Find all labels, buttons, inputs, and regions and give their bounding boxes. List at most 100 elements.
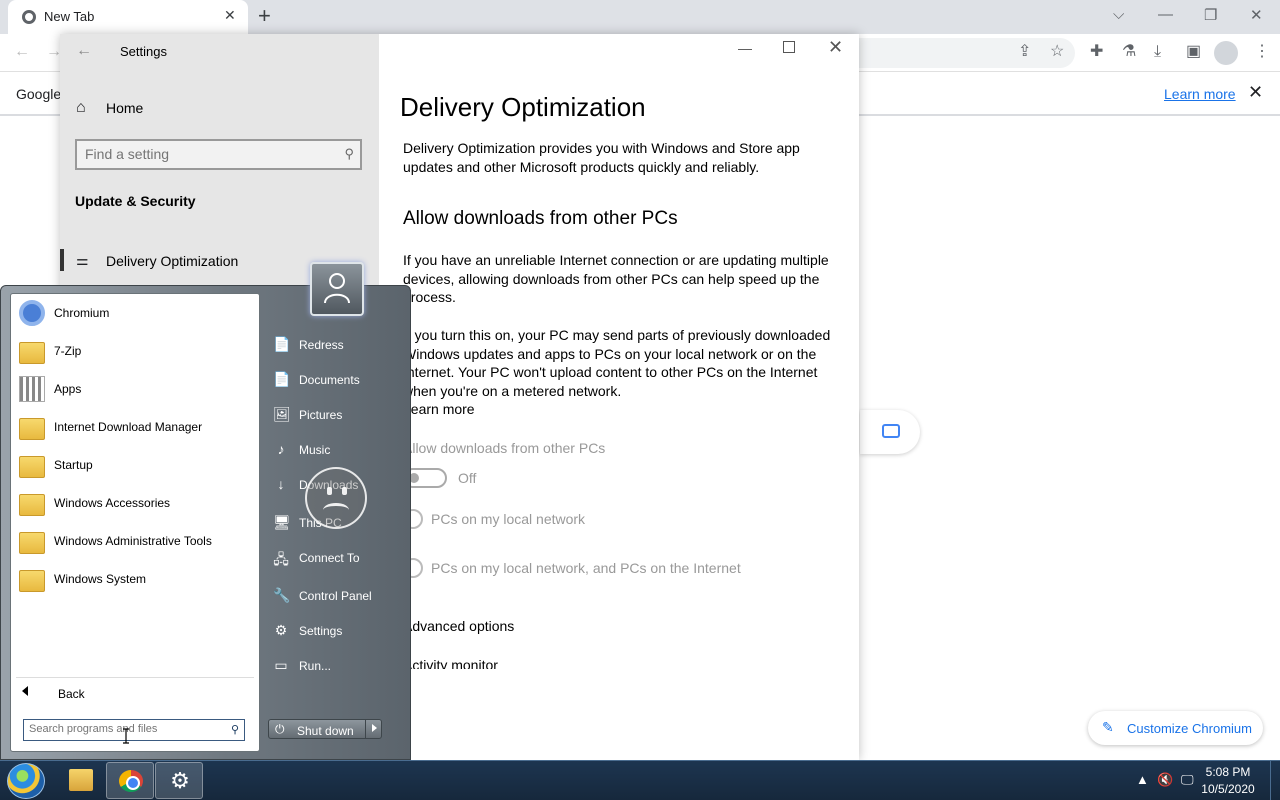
sad-face-mouth bbox=[323, 503, 349, 517]
settings-back-icon[interactable]: ← bbox=[76, 42, 92, 60]
program-label: Windows System bbox=[54, 572, 147, 586]
shutdown-button[interactable]: ⏻ Shut down bbox=[268, 719, 382, 739]
star-icon[interactable]: ☆ bbox=[1050, 44, 1064, 60]
taskbar-settings[interactable]: ⚙ bbox=[155, 762, 203, 799]
taskbar: ⚙ ▲ 🔇 🖵 5:08 PM 10/5/2020 bbox=[0, 760, 1280, 800]
browser-minimize-button[interactable]: — bbox=[1158, 6, 1173, 23]
toggle-label: Allow downloads from other PCs bbox=[403, 440, 606, 456]
search-box-tail[interactable] bbox=[860, 410, 920, 454]
tab-search-icon[interactable]: ⌵ bbox=[1113, 6, 1124, 23]
start-item-music[interactable]: ♪ Music bbox=[269, 435, 404, 465]
info-bar-close-icon[interactable]: ✕ bbox=[1248, 82, 1263, 103]
extensions-icon[interactable]: ✚ bbox=[1090, 44, 1103, 60]
program-label: 7-Zip bbox=[54, 344, 82, 358]
computer-icon: 🖥 bbox=[273, 514, 291, 530]
browser-tab[interactable]: New Tab ✕ bbox=[8, 0, 248, 34]
start-item-settings[interactable]: ⚙ Settings bbox=[269, 616, 404, 646]
settings-app-title: Settings bbox=[120, 44, 167, 59]
text-cursor-icon bbox=[123, 728, 129, 744]
search-icon: ⚲ bbox=[230, 724, 239, 736]
subheading: Allow downloads from other PCs bbox=[403, 208, 678, 229]
nav-item-label: Delivery Optimization bbox=[106, 253, 239, 269]
menu-icon[interactable]: ⋮ bbox=[1254, 44, 1270, 60]
customize-chromium-button[interactable]: ✎ Customize Chromium bbox=[1088, 711, 1263, 745]
lab-icon[interactable]: ⚗ bbox=[1122, 44, 1136, 60]
program-label: Windows Accessories bbox=[54, 496, 171, 510]
music-icon: ♪ bbox=[277, 441, 285, 457]
download-icon[interactable]: ⤓ bbox=[1154, 44, 1161, 60]
program-internet-download-manager[interactable]: Internet Download Manager bbox=[16, 410, 254, 446]
program-label: Apps bbox=[54, 382, 82, 396]
advanced-options-link[interactable]: Advanced options bbox=[403, 618, 514, 634]
program-windows-administrative-tools[interactable]: Windows Administrative Tools bbox=[16, 524, 254, 560]
program-label: Windows Administrative Tools bbox=[54, 534, 212, 548]
program-windows-system[interactable]: Windows System bbox=[16, 562, 254, 598]
start-item-label: Redress bbox=[299, 338, 344, 352]
start-item-pictures[interactable]: 🖼 Pictures bbox=[269, 400, 404, 430]
gear-icon: ⚙ bbox=[170, 768, 190, 793]
settings-maximize-button[interactable] bbox=[783, 41, 795, 53]
volume-muted-icon[interactable]: 🔇 bbox=[1157, 772, 1173, 788]
find-setting-input[interactable] bbox=[85, 146, 325, 162]
network-icon[interactable]: 🖵 bbox=[1181, 772, 1194, 788]
start-back-button[interactable]: Back bbox=[16, 677, 254, 705]
find-setting-box[interactable]: ⚲ bbox=[75, 139, 362, 170]
show-desktop-button[interactable] bbox=[1270, 761, 1280, 800]
power-icon: ⏻ bbox=[275, 722, 285, 736]
info-bar-learn-more-link[interactable]: Learn more bbox=[1164, 86, 1236, 102]
network-icon: 🖧 bbox=[273, 551, 289, 567]
side-panel-icon[interactable]: ▣ bbox=[1186, 44, 1201, 60]
settings-close-button[interactable]: ✕ bbox=[828, 37, 843, 58]
chromium-favicon-icon bbox=[22, 10, 36, 24]
browser-restore-button[interactable]: ❐ bbox=[1204, 6, 1217, 24]
settings-home-item[interactable]: ⌂ Home bbox=[76, 98, 356, 120]
start-item-run[interactable]: ▭ Run... bbox=[269, 651, 404, 681]
clock-date[interactable]: 10/5/2020 bbox=[1196, 782, 1260, 796]
browser-close-button[interactable]: ✕ bbox=[1250, 6, 1263, 24]
tab-title: New Tab bbox=[44, 9, 95, 24]
apps-icon bbox=[19, 376, 45, 402]
selection-indicator bbox=[60, 249, 64, 271]
settings-minimize-button[interactable]: — bbox=[738, 40, 752, 56]
program-windows-accessories[interactable]: Windows Accessories bbox=[16, 486, 254, 522]
program-startup[interactable]: Startup bbox=[16, 448, 254, 484]
pencil-icon: ✎ bbox=[1102, 719, 1114, 735]
chromium-icon bbox=[19, 300, 45, 326]
start-button[interactable] bbox=[7, 763, 45, 799]
user-icon bbox=[324, 273, 350, 304]
start-item-redress[interactable]: 📄 Redress bbox=[269, 330, 404, 360]
clock-time[interactable]: 5:08 PM bbox=[1196, 765, 1260, 779]
browser-back-icon[interactable]: ← bbox=[14, 44, 30, 60]
lens-camera-icon[interactable] bbox=[882, 424, 900, 438]
program-chromium[interactable]: Chromium bbox=[16, 296, 254, 332]
learn-more-link[interactable]: Learn more bbox=[403, 401, 475, 417]
start-item-label: Documents bbox=[299, 373, 360, 387]
shutdown-options-arrow[interactable] bbox=[365, 719, 383, 739]
file-explorer-icon bbox=[69, 769, 93, 791]
start-item-connect-to[interactable]: 🖧 Connect To bbox=[269, 543, 404, 573]
start-item-documents[interactable]: 📄 Documents bbox=[269, 365, 404, 395]
paragraph-1: If you have an unreliable Internet conne… bbox=[403, 252, 829, 305]
taskbar-chromium[interactable] bbox=[106, 762, 154, 799]
folder-icon bbox=[19, 342, 45, 364]
browser-tab-strip: New Tab ✕ + ⌵ — ❐ ✕ bbox=[0, 0, 1280, 34]
tab-close-icon[interactable]: ✕ bbox=[224, 7, 236, 24]
page-title: Delivery Optimization bbox=[400, 92, 646, 122]
folder-icon bbox=[19, 418, 45, 440]
activity-monitor-link[interactable]: Activity monitor bbox=[403, 657, 498, 669]
start-item-control-panel[interactable]: 🔧 Control Panel bbox=[269, 581, 404, 611]
tray-overflow-icon[interactable]: ▲ bbox=[1136, 772, 1149, 787]
user-account-tile[interactable] bbox=[310, 262, 364, 316]
start-search-box[interactable]: ⚲ bbox=[23, 719, 245, 741]
taskbar-file-explorer[interactable] bbox=[57, 762, 105, 799]
new-tab-button[interactable]: + bbox=[258, 4, 271, 28]
folder-icon bbox=[19, 532, 45, 554]
delivery-optimization-icon: ⚌ bbox=[76, 252, 89, 268]
program-7zip[interactable]: 7-Zip bbox=[16, 334, 254, 370]
wrench-icon: 🔧 bbox=[273, 587, 291, 603]
profile-icon[interactable] bbox=[1214, 41, 1238, 65]
share-icon[interactable]: ⇪ bbox=[1018, 44, 1031, 60]
home-icon: ⌂ bbox=[76, 99, 86, 116]
program-apps[interactable]: Apps bbox=[16, 372, 254, 408]
shutdown-label: Shut down bbox=[297, 724, 354, 738]
